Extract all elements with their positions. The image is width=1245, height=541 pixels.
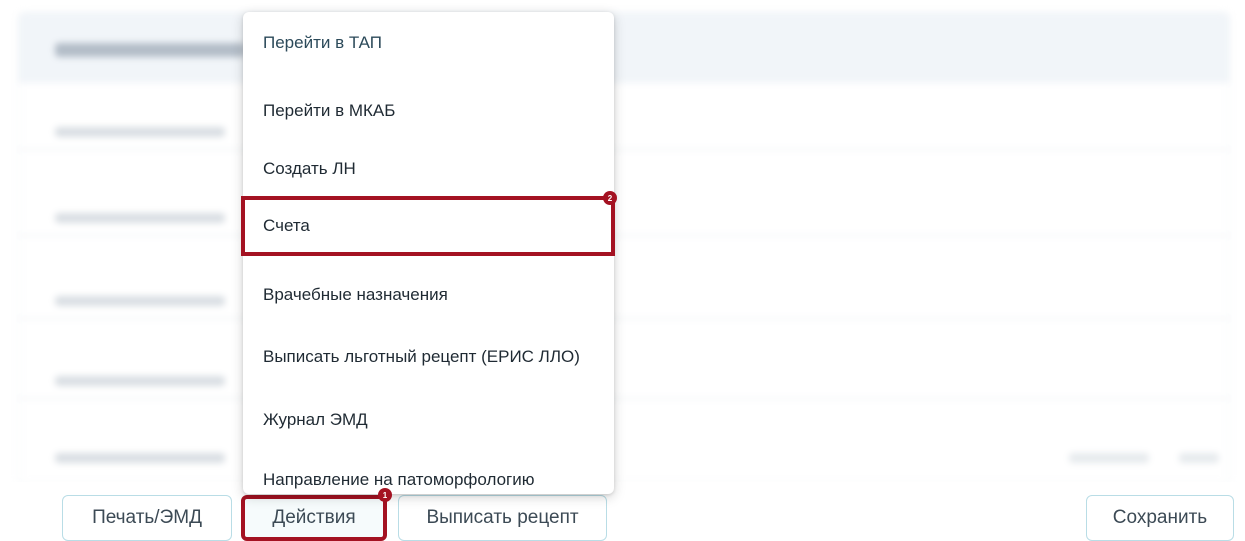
background-form: [18, 12, 1230, 484]
menu-item-preferential-prescription[interactable]: Выписать льготный рецепт (ЕРИС ЛЛО): [243, 327, 614, 387]
background-field-label: [55, 453, 225, 463]
menu-item-pathomorphology-referral[interactable]: Направление на патоморфологию: [243, 450, 614, 510]
save-button[interactable]: Сохранить: [1086, 495, 1234, 541]
background-field-label: [55, 127, 225, 137]
menu-item-create-ln[interactable]: Создать ЛН: [243, 139, 614, 199]
menu-item-emd-journal[interactable]: Журнал ЭМД: [243, 390, 614, 450]
print-emd-button[interactable]: Печать/ЭМД: [62, 495, 232, 541]
bottom-toolbar: Печать/ЭМД Действия Выписать рецепт Сохр…: [0, 482, 1245, 541]
menu-item-go-to-mkab[interactable]: Перейти в МКАБ: [243, 81, 614, 141]
menu-item-go-to-tap[interactable]: Перейти в ТАП: [243, 13, 614, 73]
menu-item-invoices[interactable]: Счета: [241, 196, 615, 256]
background-field-label: [55, 376, 225, 386]
step-badge-1: 1: [378, 488, 392, 502]
background-field-label: [55, 296, 225, 306]
actions-dropdown-menu: Перейти в ТАП Перейти в МКАБ Создать ЛН …: [241, 12, 615, 494]
step-badge-2: 2: [603, 191, 617, 205]
background-field-label: [55, 213, 225, 223]
menu-item-medical-prescriptions[interactable]: Врачебные назначения: [243, 265, 614, 325]
background-form-header: [19, 13, 1229, 83]
